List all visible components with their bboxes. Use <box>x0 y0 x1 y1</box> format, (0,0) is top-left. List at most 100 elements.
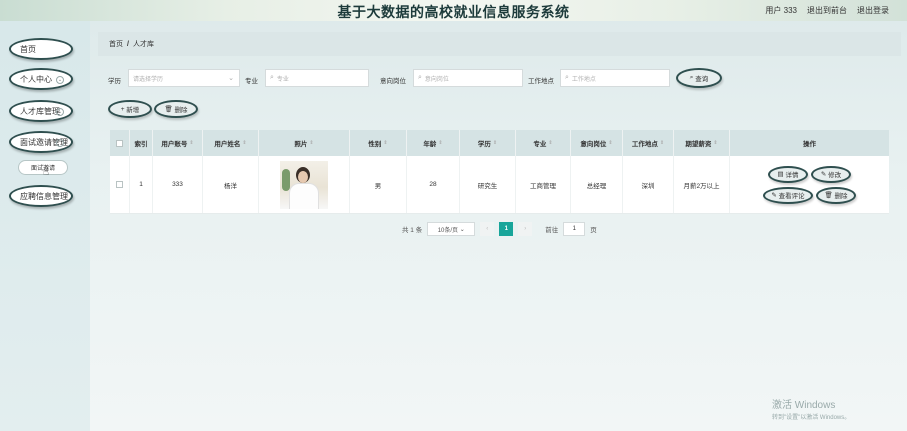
add-button-label: 新增 <box>126 107 140 114</box>
cell-education: 研究生 <box>460 156 516 213</box>
cell-major: 工商管理 <box>516 156 571 213</box>
location-placeholder: 工作地点 <box>571 76 596 83</box>
table-row: 1 333 杨洋 男 28 研究生 工商管理 总经理 深圳 月薪2万以上 ▤ 详… <box>110 156 889 214</box>
sort-icon: ⇕ <box>189 140 194 146</box>
page-unit: 页 <box>590 227 597 234</box>
sidebar-item-label: 人才库管理 <box>20 106 60 116</box>
pagination: 共 1 条 10条/页 ⌄ ‹ 1 › 前往 1 页 <box>402 222 597 236</box>
prev-page-button[interactable]: ‹ <box>480 222 495 236</box>
breadcrumb-separator: / <box>127 40 129 48</box>
col-age[interactable]: 年龄 ⇕ <box>407 130 460 156</box>
top-bar: 基于大数据的高校就业信息服务系统 用户 333 退出到前台 退出登录 <box>0 0 907 21</box>
front-link[interactable]: 退出到前台 <box>807 5 847 16</box>
major-input[interactable]: ⌕ 专业 <box>265 69 369 87</box>
goto-page-input[interactable]: 1 <box>563 222 586 236</box>
sort-icon: ⇕ <box>548 140 553 146</box>
user-photo[interactable] <box>280 160 328 209</box>
col-salary[interactable]: 期望薪资 ⇕ <box>674 130 730 156</box>
education-label: 学历 <box>108 78 121 85</box>
cell-index: 1 <box>130 156 153 213</box>
edit-icon: ✎ <box>820 171 829 178</box>
search-button[interactable]: ⌕ 查询 <box>676 68 722 88</box>
hand-cursor-icon: ☝ <box>43 167 50 178</box>
row-delete-button[interactable]: 🗑 删除 <box>816 186 856 204</box>
sort-icon: ⇕ <box>242 140 247 146</box>
page-size-select[interactable]: 10条/页 ⌄ <box>427 222 476 236</box>
search-button-label: 查询 <box>695 76 709 83</box>
col-major[interactable]: 专业 ⇕ <box>516 130 571 156</box>
user-label: 用户 333 <box>765 6 797 15</box>
sort-icon: ⇕ <box>659 140 665 146</box>
sort-icon: ⇕ <box>383 140 388 146</box>
col-actions: 操作 <box>803 141 816 148</box>
chevron-up-icon: ⌃ <box>56 139 64 147</box>
location-label: 工作地点 <box>528 78 554 85</box>
col-position[interactable]: 意向岗位 ⇕ <box>571 130 623 156</box>
col-gender[interactable]: 性别 ⇕ <box>350 130 407 156</box>
next-page-button[interactable]: › <box>518 222 533 236</box>
cell-age: 28 <box>407 156 460 213</box>
select-all-checkbox[interactable] <box>110 130 130 156</box>
major-label: 专业 <box>245 78 258 85</box>
sidebar: 首页 个人中心 ⌄ 人才库管理 ⌄ 面试邀请管理 ⌃ 面试邀请 ☝ 应聘信息管理 <box>0 21 90 431</box>
cell-account: 333 <box>153 156 203 213</box>
search-icon: ⌕ <box>565 74 569 81</box>
col-photo[interactable]: 照片 ⇕ <box>259 130 350 156</box>
sort-icon: ⇕ <box>608 140 613 146</box>
talent-table: 索引 用户账号 ⇕ 用户姓名 ⇕ 照片 ⇕ 性别 ⇕ 年龄 ⇕ 学历 ⇕ 专业 ⇕ 意向岗位 ⇕… <box>110 130 889 214</box>
sidebar-item-interview-invites[interactable]: 面试邀请管理 ⌃ <box>9 131 73 153</box>
sort-icon: ⇕ <box>438 140 443 146</box>
location-input[interactable]: ⌕ 工作地点 <box>560 69 670 87</box>
filter-bar: 学历 请选择学历 ⌄ 专业 ⌕ 专业 意向岗位 ⌕ 意向岗位 工作地点 ⌕ 工作… <box>108 68 888 89</box>
search-icon: ⌕ <box>418 74 422 81</box>
sidebar-item-home[interactable]: 首页 <box>9 38 73 60</box>
table-header: 索引 用户账号 ⇕ 用户姓名 ⇕ 照片 ⇕ 性别 ⇕ 年龄 ⇕ 学历 ⇕ 专业 ⇕ 意向岗位 ⇕… <box>110 130 889 156</box>
sidebar-item-personal-center[interactable]: 个人中心 ⌄ <box>9 68 73 90</box>
cell-actions: ▤ 详情 ✎ 修改 ✎ 查看评论 🗑 删除 <box>730 156 889 213</box>
cell-position: 总经理 <box>571 156 623 213</box>
position-label: 意向岗位 <box>380 78 406 85</box>
chevron-down-icon: ⌄ <box>56 76 64 84</box>
chevron-down-icon: ⌄ <box>56 108 64 116</box>
col-index: 索引 <box>130 130 153 156</box>
sidebar-item-talent-pool[interactable]: 人才库管理 ⌄ <box>9 100 73 122</box>
education-placeholder: 请选择学历 <box>133 76 164 83</box>
breadcrumb-current: 人才库 <box>132 41 154 48</box>
goto-label: 前往 <box>545 227 559 234</box>
view-comments-button[interactable]: ✎ 查看评论 <box>763 186 813 204</box>
col-location[interactable]: 工作地点 ⇕ <box>623 130 674 156</box>
major-placeholder: 专业 <box>276 76 289 83</box>
sort-icon: ⇕ <box>713 140 718 146</box>
breadcrumb-home[interactable]: 首页 <box>109 39 123 49</box>
logout-link[interactable]: 退出登录 <box>857 5 889 16</box>
sidebar-item-applications[interactable]: 应聘信息管理 <box>9 185 73 207</box>
trash-icon: 🗑 <box>164 106 175 113</box>
windows-activation-watermark: 激活 Windows 转到"设置"以激活 Windows。 <box>772 400 851 421</box>
breadcrumb: 首页 / 人才库 <box>98 32 901 56</box>
chevron-down-icon: ⌄ <box>228 75 234 82</box>
delete-button-label: 删除 <box>174 107 188 114</box>
education-select[interactable]: 请选择学历 ⌄ <box>128 69 240 87</box>
chevron-down-icon: ⌄ <box>459 226 465 233</box>
add-button[interactable]: + 新增 <box>108 100 152 118</box>
trash-icon: 🗑 <box>824 192 835 199</box>
top-right-links: 用户 333 退出到前台 退出登录 <box>765 5 889 16</box>
col-name[interactable]: 用户姓名 ⇕ <box>203 130 259 156</box>
col-education[interactable]: 学历 ⇕ <box>460 130 516 156</box>
sidebar-item-label: 首页 <box>20 44 36 54</box>
position-input[interactable]: ⌕ 意向岗位 <box>413 69 523 87</box>
detail-button[interactable]: ▤ 详情 <box>768 165 808 183</box>
detail-icon: ▤ <box>777 171 786 178</box>
position-placeholder: 意向岗位 <box>424 76 449 83</box>
sidebar-item-label: 个人中心 <box>20 74 52 84</box>
edit-button[interactable]: ✎ 修改 <box>811 165 851 183</box>
cell-gender: 男 <box>350 156 407 213</box>
page-1-button[interactable]: 1 <box>499 222 514 236</box>
sort-icon: ⇕ <box>492 140 498 146</box>
comment-icon: ✎ <box>771 192 779 199</box>
cell-photo <box>259 156 350 213</box>
row-checkbox[interactable] <box>110 156 130 213</box>
total-count: 共 1 条 <box>402 227 423 234</box>
col-account[interactable]: 用户账号 ⇕ <box>153 130 203 156</box>
delete-button[interactable]: 🗑 删除 <box>154 100 198 118</box>
